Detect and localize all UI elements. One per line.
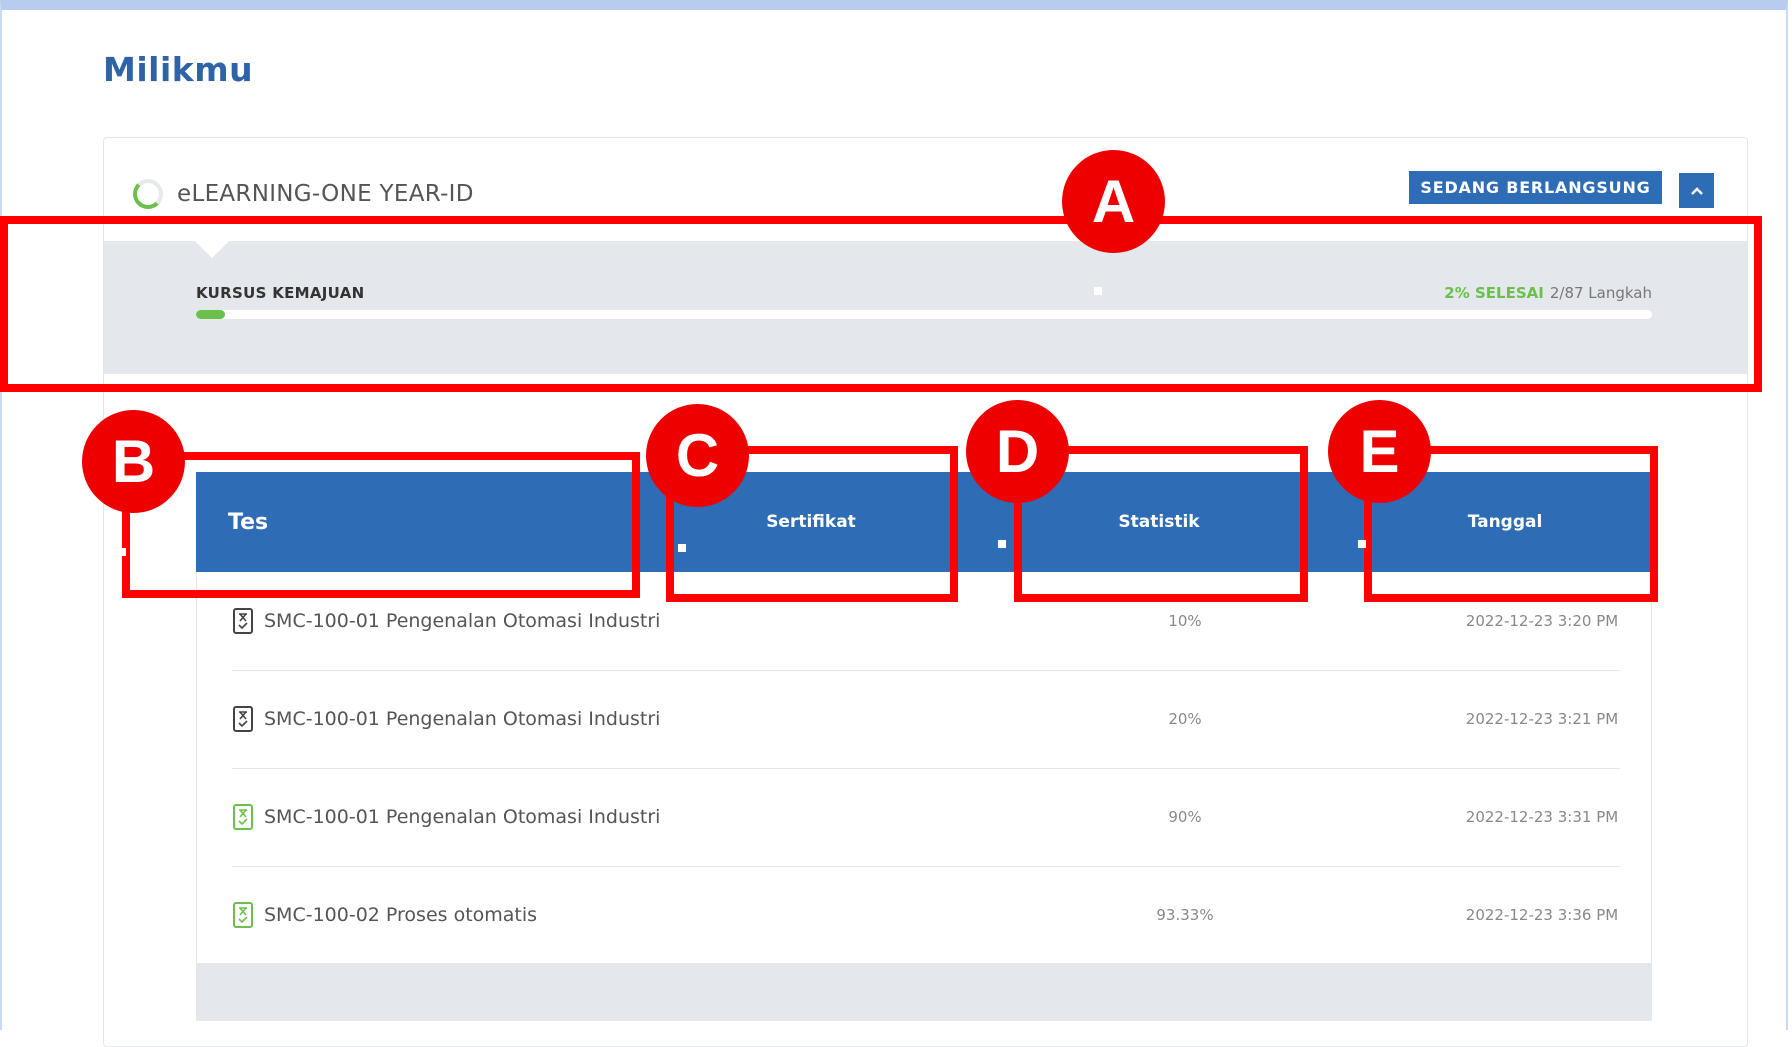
table-row: SMC-100-01 Pengenalan Otomasi Industri 2… xyxy=(232,670,1620,769)
annotation-marker-b: B xyxy=(82,410,185,513)
quiz-timer-icon xyxy=(233,804,253,830)
test-date: 2022-12-23 3:21 PM xyxy=(1465,710,1619,728)
annotation-anchor-e xyxy=(1358,540,1366,548)
annotation-marker-c: C xyxy=(646,404,749,507)
test-name: SMC-100-01 Pengenalan Otomasi Industri xyxy=(264,806,661,828)
annotation-anchor-c xyxy=(678,544,686,552)
annotation-marker-a: A xyxy=(1062,150,1165,253)
annotation-box-a xyxy=(0,216,1762,392)
test-name: SMC-100-02 Proses otomatis xyxy=(264,904,538,926)
test-name: SMC-100-01 Pengenalan Otomasi Industri xyxy=(264,708,661,730)
quiz-timer-icon xyxy=(233,902,253,928)
table-row: SMC-100-02 Proses otomatis 93.33% 2022-1… xyxy=(232,866,1620,964)
page-title: Milikmu xyxy=(103,50,254,89)
test-statistic: 20% xyxy=(1168,710,1202,728)
annotation-box-b xyxy=(122,452,640,598)
test-name: SMC-100-01 Pengenalan Otomasi Industri xyxy=(264,610,661,632)
course-header[interactable]: eLEARNING-ONE YEAR-ID xyxy=(133,172,474,216)
annotation-marker-e: E xyxy=(1328,400,1431,503)
test-date: 2022-12-23 3:31 PM xyxy=(1465,808,1619,826)
test-statistic: 93.33% xyxy=(1156,906,1214,924)
collapse-button[interactable] xyxy=(1679,173,1714,208)
test-link[interactable]: SMC-100-02 Proses otomatis xyxy=(232,866,537,964)
progress-ring-icon xyxy=(133,179,163,209)
test-date: 2022-12-23 3:36 PM xyxy=(1465,906,1619,924)
annotation-marker-d: D xyxy=(966,400,1069,503)
test-link[interactable]: SMC-100-01 Pengenalan Otomasi Industri xyxy=(232,768,660,866)
test-link[interactable]: SMC-100-01 Pengenalan Otomasi Industri xyxy=(232,670,660,768)
status-badge: SEDANG BERLANGSUNG xyxy=(1409,171,1662,204)
table-footer xyxy=(196,963,1652,1021)
quiz-timer-icon xyxy=(233,608,253,634)
chevron-up-icon xyxy=(1690,186,1703,195)
annotation-anchor-d xyxy=(998,540,1006,548)
annotation-anchor-b xyxy=(118,548,126,556)
annotation-anchor-a xyxy=(1094,287,1102,295)
course-name: eLEARNING-ONE YEAR-ID xyxy=(177,181,474,207)
test-statistic: 90% xyxy=(1168,808,1202,826)
table-row: SMC-100-01 Pengenalan Otomasi Industri 9… xyxy=(232,768,1620,867)
quiz-timer-icon xyxy=(233,706,253,732)
